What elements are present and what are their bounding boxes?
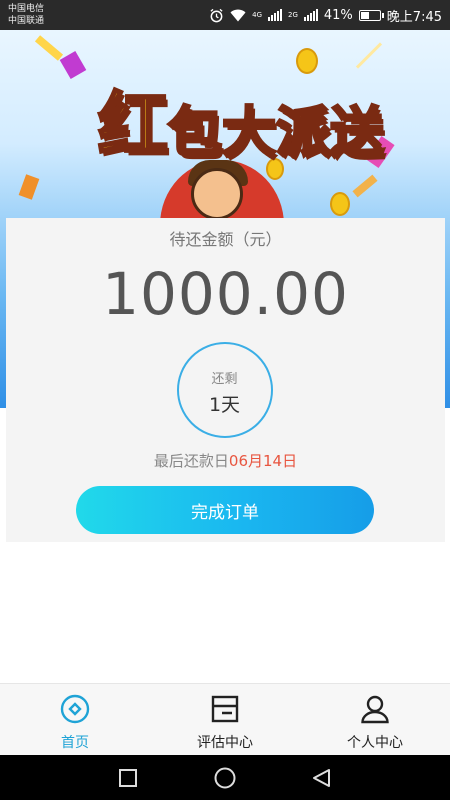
due-date-label: 最后还款日 (153, 452, 229, 470)
banner-title-char: 派 (275, 101, 332, 164)
remaining-label: 还剩 (211, 372, 238, 387)
carrier-2: 中国联通 (8, 16, 45, 26)
character-face (191, 168, 243, 220)
nav-item-home[interactable]: 首页 (0, 684, 150, 755)
banner-title-char: 大 (221, 101, 278, 164)
bottom-nav: 首页 评估中心 个人中心 (0, 683, 450, 755)
nav-label-home: 首页 (61, 735, 89, 751)
remaining-days-value: 1天 (208, 394, 241, 416)
amount-value: 1000.00 (102, 260, 349, 328)
home-icon (60, 694, 90, 728)
recents-button[interactable] (113, 763, 143, 793)
banner-title-char: 红 (97, 84, 170, 166)
back-button[interactable] (307, 763, 337, 793)
status-icons: 4G 2G 41% 晚上7:45 (209, 0, 442, 30)
network-label-2: 2G (288, 10, 298, 19)
confetti-decoration (18, 174, 40, 200)
carrier-1: 中国电信 (8, 4, 45, 14)
amount-label: 待还金额（元） (169, 230, 282, 249)
banner-title-char: 送 (329, 101, 386, 164)
coin-decoration (330, 192, 350, 216)
nav-item-assessment[interactable]: 评估中心 (150, 684, 300, 755)
assessment-icon (210, 694, 240, 728)
complete-order-button[interactable]: 完成订单 (76, 486, 374, 534)
signal-2-icon (303, 9, 318, 21)
network-label-1: 4G (252, 10, 262, 19)
battery-percent: 41% (323, 7, 353, 23)
wifi-icon (230, 7, 246, 23)
remaining-days-circle: 还剩 1天 (177, 342, 273, 438)
home-system-button[interactable] (210, 763, 240, 793)
confetti-decoration (34, 35, 64, 61)
confetti-decoration (59, 50, 87, 80)
due-date-value: 06月14日 (228, 452, 298, 470)
confetti-decoration (352, 174, 378, 198)
status-bar: 中国电信 中国联通 4G 2G 41% 晚上7:45 (0, 0, 450, 30)
repayment-card: 待还金额（元） 1000.00 还剩 1天 最后还款日06月14日 完成订单 (6, 218, 445, 542)
person-icon (360, 694, 390, 728)
nav-label-assessment: 评估中心 (197, 735, 253, 751)
alarm-icon (209, 7, 224, 23)
system-nav-bar (0, 755, 450, 800)
nav-item-profile[interactable]: 个人中心 (300, 684, 450, 755)
banner-title: 红 包 大 派 送 (97, 58, 386, 166)
clock: 晚上7:45 (386, 9, 442, 25)
carrier-names: 中国电信 中国联通 (8, 3, 44, 27)
due-date-line: 最后还款日06月14日 (6, 450, 445, 471)
banner-title-char: 包 (167, 101, 224, 164)
signal-1-icon (268, 9, 282, 21)
nav-label-profile: 个人中心 (347, 735, 403, 751)
battery-icon (358, 9, 384, 21)
